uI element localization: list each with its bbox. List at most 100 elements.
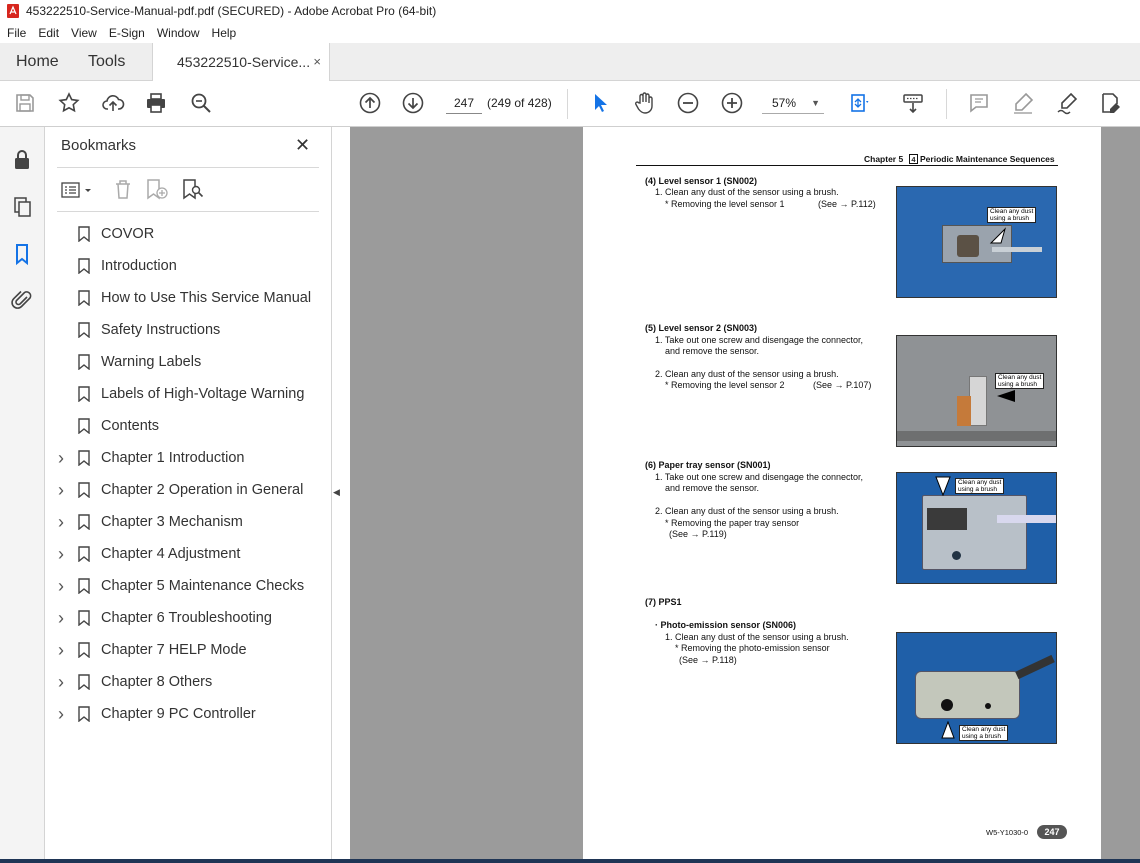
panel-divider bbox=[57, 211, 319, 212]
page-header-title: Periodic Maintenance Sequences bbox=[920, 154, 1055, 164]
lock-icon[interactable] bbox=[10, 148, 34, 172]
chevron-right-icon[interactable]: › bbox=[58, 506, 64, 538]
bookmark-item[interactable]: Introduction bbox=[45, 250, 332, 282]
chevron-right-icon[interactable]: › bbox=[58, 666, 64, 698]
chevron-right-icon[interactable]: › bbox=[58, 698, 64, 730]
bookmark-item[interactable]: › Chapter 7 HELP Mode bbox=[45, 634, 332, 666]
bookmark-item[interactable]: › Chapter 1 Introduction bbox=[45, 442, 332, 474]
toolbar-divider bbox=[567, 89, 568, 119]
bookmark-icon bbox=[78, 226, 90, 242]
bookmark-item[interactable]: Safety Instructions bbox=[45, 314, 332, 346]
bookmark-label: Chapter 5 Maintenance Checks bbox=[101, 578, 305, 594]
collapse-panel-icon[interactable]: ◀ bbox=[333, 487, 349, 501]
menu-file[interactable]: File bbox=[7, 26, 26, 40]
zoom-out-icon[interactable] bbox=[675, 90, 701, 116]
tab-home[interactable]: Home bbox=[16, 43, 59, 81]
sensor-photo: Clean any dust using a brush bbox=[896, 632, 1057, 744]
chevron-right-icon[interactable]: › bbox=[58, 634, 64, 666]
menu-view[interactable]: View bbox=[71, 26, 97, 40]
subsection-title: · Photo-emission sensor (SN006) bbox=[655, 620, 797, 630]
bookmark-panel-icon[interactable] bbox=[10, 242, 34, 266]
menu-window[interactable]: Window bbox=[157, 26, 200, 40]
attachment-icon[interactable] bbox=[10, 288, 34, 312]
bookmark-item[interactable]: › Chapter 8 Others bbox=[45, 666, 332, 698]
menu-edit[interactable]: Edit bbox=[38, 26, 59, 40]
bookmark-item[interactable]: › Chapter 4 Adjustment bbox=[45, 538, 332, 570]
photo-callout: Clean any dust using a brush bbox=[959, 725, 1009, 741]
sensor-photo: Clean any dust using a brush bbox=[896, 335, 1057, 447]
photo-callout: Clean any dust using a brush bbox=[955, 478, 1005, 494]
zoom-in-icon[interactable] bbox=[719, 90, 745, 116]
highlight-pen-icon[interactable] bbox=[1010, 90, 1036, 116]
bookmark-icon bbox=[78, 610, 90, 626]
chevron-right-icon[interactable]: › bbox=[58, 538, 64, 570]
instruction-text: * Removing the level sensor 2 bbox=[665, 380, 785, 390]
bookmark-icon bbox=[78, 386, 90, 402]
zoom-level-value: 57% bbox=[772, 96, 797, 110]
bookmark-item[interactable]: › Chapter 6 Troubleshooting bbox=[45, 602, 332, 634]
tab-tools[interactable]: Tools bbox=[88, 43, 125, 81]
edit-pdf-icon[interactable] bbox=[1097, 90, 1123, 116]
keyboard-scroll-icon[interactable] bbox=[900, 90, 926, 116]
tab-document[interactable]: 453222510-Service... × bbox=[152, 43, 330, 82]
zoom-level-select[interactable]: 57% ▼ bbox=[762, 92, 824, 114]
sign-pen-icon[interactable] bbox=[1054, 90, 1080, 116]
upload-cloud-icon[interactable] bbox=[100, 90, 126, 116]
select-cursor-icon[interactable] bbox=[587, 90, 613, 116]
tab-document-label: 453222510-Service... bbox=[177, 54, 311, 70]
previous-page-icon[interactable] bbox=[357, 90, 383, 116]
bookmark-icon bbox=[78, 482, 90, 498]
star-icon[interactable] bbox=[56, 90, 82, 116]
bookmark-item[interactable]: › Chapter 5 Maintenance Checks bbox=[45, 570, 332, 602]
trash-icon[interactable] bbox=[112, 178, 134, 200]
close-tab-icon[interactable]: × bbox=[313, 43, 321, 81]
save-icon[interactable] bbox=[12, 90, 38, 116]
instruction-text: 2. Clean any dust of the sensor using a … bbox=[655, 369, 839, 379]
chevron-right-icon[interactable]: › bbox=[58, 442, 64, 474]
page-thumbnails-icon[interactable] bbox=[10, 195, 34, 219]
comment-icon[interactable] bbox=[966, 90, 992, 116]
chevron-right-icon[interactable]: › bbox=[58, 570, 64, 602]
bookmark-icon bbox=[78, 258, 90, 274]
bookmark-label: Contents bbox=[101, 418, 160, 434]
hand-tool-icon[interactable] bbox=[631, 90, 657, 116]
bookmark-item[interactable]: Contents bbox=[45, 410, 332, 442]
instruction-text: * Removing the paper tray sensor bbox=[665, 518, 800, 528]
fit-page-icon[interactable] bbox=[846, 90, 872, 116]
bookmark-item[interactable]: COVOR bbox=[45, 218, 332, 250]
menu-bar: File Edit View E-Sign Window Help bbox=[0, 22, 1140, 43]
bookmark-item[interactable]: › Chapter 3 Mechanism bbox=[45, 506, 332, 538]
page-reference: (See → P.112) bbox=[818, 199, 876, 209]
search-zoom-icon[interactable] bbox=[188, 90, 214, 116]
page-number-input[interactable]: 247 bbox=[446, 92, 482, 114]
page-count-label: (249 of 428) bbox=[487, 96, 552, 110]
menu-help[interactable]: Help bbox=[212, 26, 237, 40]
chevron-right-icon[interactable]: › bbox=[58, 474, 64, 506]
instruction-text: 2. Clean any dust of the sensor using a … bbox=[655, 506, 839, 516]
options-list-icon[interactable] bbox=[61, 180, 95, 200]
instruction-text: 1. Clean any dust of the sensor using a … bbox=[655, 187, 839, 197]
bookmark-item[interactable]: › Chapter 2 Operation in General bbox=[45, 474, 332, 506]
find-bookmark-icon[interactable] bbox=[181, 178, 205, 200]
section-title: (5) Level sensor 2 (SN003) bbox=[645, 323, 758, 333]
bookmark-label: Warning Labels bbox=[101, 354, 202, 370]
bookmark-label: Chapter 8 Others bbox=[101, 674, 213, 690]
new-bookmark-icon[interactable] bbox=[145, 178, 169, 200]
print-icon[interactable] bbox=[143, 90, 169, 116]
bookmark-item[interactable]: Labels of High-Voltage Warning bbox=[45, 378, 332, 410]
bookmark-icon bbox=[78, 290, 90, 306]
bookmark-item[interactable]: Warning Labels bbox=[45, 346, 332, 378]
document-viewport[interactable]: Chapter 5 4 Periodic Maintenance Sequenc… bbox=[350, 127, 1140, 863]
bookmark-label: Labels of High-Voltage Warning bbox=[101, 386, 305, 402]
bookmark-item[interactable]: How to Use This Service Manual bbox=[45, 282, 332, 314]
next-page-icon[interactable] bbox=[400, 90, 426, 116]
bookmark-label: Chapter 9 PC Controller bbox=[101, 706, 256, 722]
menu-esign[interactable]: E-Sign bbox=[109, 26, 145, 40]
bookmark-label: Chapter 4 Adjustment bbox=[101, 546, 241, 562]
close-icon[interactable]: ✕ bbox=[295, 135, 310, 156]
bookmark-item[interactable]: › Chapter 9 PC Controller bbox=[45, 698, 332, 730]
bookmark-label: Safety Instructions bbox=[101, 322, 221, 338]
chevron-right-icon[interactable]: › bbox=[58, 602, 64, 634]
chevron-down-icon: ▼ bbox=[811, 98, 820, 108]
bookmark-label: Chapter 7 HELP Mode bbox=[101, 642, 247, 658]
